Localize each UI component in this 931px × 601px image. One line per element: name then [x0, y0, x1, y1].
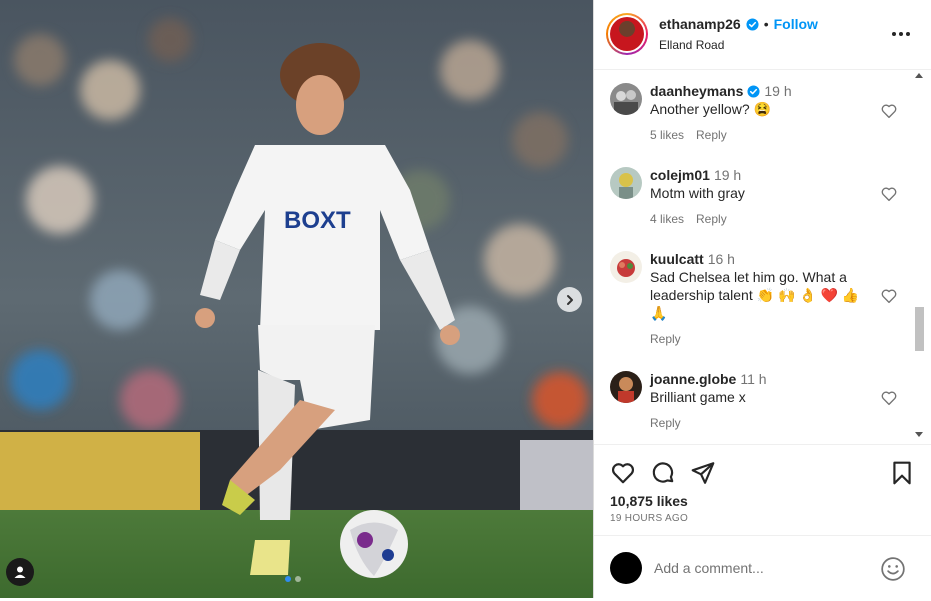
- comment-input[interactable]: [654, 556, 864, 580]
- comments-scrollbar[interactable]: [912, 71, 924, 444]
- separator-dot: •: [763, 16, 769, 32]
- tagged-users-button[interactable]: [6, 558, 34, 586]
- comment-username[interactable]: kuulcatt: [650, 251, 704, 267]
- like-heart-icon[interactable]: [610, 460, 636, 486]
- post-photo: BOXT: [0, 0, 593, 598]
- current-user-avatar: [610, 552, 642, 584]
- share-send-icon[interactable]: [690, 460, 716, 486]
- post-media[interactable]: BOXT: [0, 0, 593, 598]
- carousel-indicator: [285, 576, 301, 582]
- comment-time: 16 h: [707, 251, 735, 267]
- verified-badge-icon: [746, 17, 759, 31]
- more-dot-icon: [892, 32, 896, 36]
- post-side-panel: ethanamp26 • Follow Elland Road daanheym…: [593, 0, 931, 598]
- commenter-avatar[interactable]: [610, 167, 642, 199]
- carousel-dot-active: [285, 576, 291, 582]
- comments-list[interactable]: daanheymans 19 h Another yellow? 😫 5 lik…: [594, 71, 931, 444]
- heart-icon[interactable]: [880, 185, 898, 203]
- scroll-up-icon[interactable]: [915, 73, 923, 78]
- comment-likes[interactable]: 4 likes: [650, 212, 684, 226]
- bookmark-icon[interactable]: [889, 460, 915, 486]
- reply-button[interactable]: Reply: [696, 128, 727, 142]
- comment-username[interactable]: daanheymans: [650, 83, 743, 99]
- carousel-next-button[interactable]: [557, 287, 582, 312]
- comment-likes[interactable]: 5 likes: [650, 128, 684, 142]
- more-dot-icon: [899, 32, 903, 36]
- commenter-avatar[interactable]: [610, 83, 642, 115]
- svg-text:BOXT: BOXT: [284, 207, 351, 234]
- emoji-icon[interactable]: [880, 556, 906, 582]
- heart-icon[interactable]: [880, 389, 898, 407]
- verified-badge-icon: [747, 84, 760, 98]
- comment-text: Sad Chelsea let him go. What a leadershi…: [650, 269, 860, 321]
- comment-time: 19 h: [764, 83, 792, 99]
- follow-button[interactable]: Follow: [774, 16, 818, 32]
- comment-text: Motm with gray: [650, 185, 745, 201]
- likes-count[interactable]: 10,875 likes: [610, 493, 688, 509]
- reply-button[interactable]: Reply: [650, 332, 681, 346]
- author-username[interactable]: ethanamp26: [659, 16, 741, 32]
- author-avatar[interactable]: [606, 13, 648, 55]
- carousel-dot: [295, 576, 301, 582]
- comment-username[interactable]: colejm01: [650, 167, 710, 183]
- comment-text: Brilliant game x: [650, 389, 746, 405]
- post-location[interactable]: Elland Road: [659, 38, 724, 52]
- comment-bubble-icon[interactable]: [650, 460, 676, 486]
- comment-time: 11 h: [740, 371, 767, 387]
- scroll-thumb[interactable]: [915, 307, 924, 351]
- post-header: ethanamp26 • Follow Elland Road: [594, 0, 931, 70]
- commenter-avatar[interactable]: [610, 371, 642, 403]
- comment-username[interactable]: joanne.globe: [650, 371, 736, 387]
- heart-icon[interactable]: [880, 287, 898, 305]
- user-icon: [14, 566, 26, 578]
- comment-time: 19 h: [713, 167, 742, 183]
- post-actions: 10,875 likes 19 HOURS AGO: [594, 444, 931, 534]
- comment-text: Another yellow? 😫: [650, 101, 771, 117]
- reply-button[interactable]: Reply: [650, 416, 681, 430]
- more-dot-icon: [906, 32, 910, 36]
- scroll-down-icon[interactable]: [915, 432, 923, 437]
- reply-button[interactable]: Reply: [696, 212, 727, 226]
- chevron-right-icon: [566, 294, 573, 305]
- add-comment-bar: [594, 535, 931, 598]
- more-options-button[interactable]: [890, 24, 912, 44]
- heart-icon[interactable]: [880, 102, 898, 120]
- commenter-avatar[interactable]: [610, 251, 642, 283]
- post-time: 19 HOURS AGO: [610, 513, 689, 524]
